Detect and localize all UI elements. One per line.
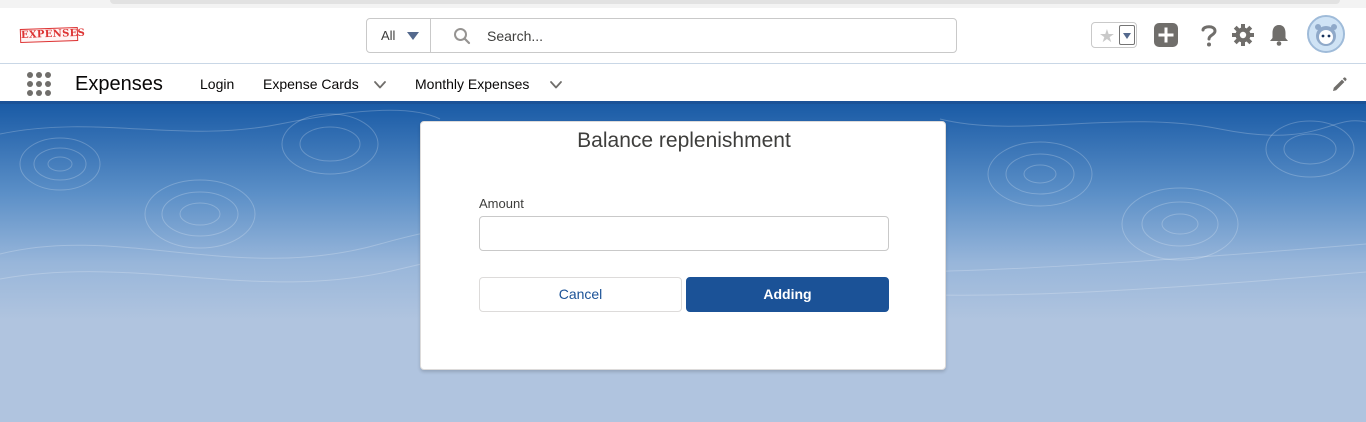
caret-down-icon: [1123, 33, 1131, 39]
search-scope-label: All: [381, 28, 396, 43]
browser-chrome-strip: [0, 0, 1366, 8]
browser-address-bar-edge: [110, 0, 1340, 4]
search-scope-dropdown[interactable]: All: [367, 19, 431, 52]
search-input[interactable]: [487, 25, 927, 47]
chevron-down-icon[interactable]: [373, 78, 387, 92]
edit-pencil-icon[interactable]: [1330, 76, 1348, 94]
caret-down-icon: [407, 32, 419, 40]
adding-button[interactable]: Adding: [686, 277, 889, 312]
gear-icon[interactable]: [1230, 22, 1256, 48]
amount-label: Amount: [479, 196, 524, 211]
app-launcher-icon[interactable]: [26, 71, 52, 97]
balance-replenishment-modal: Balance replenishment Amount Cancel Addi…: [420, 121, 946, 370]
help-icon[interactable]: [1196, 22, 1222, 48]
app-nav-bar: Expenses Login Expense Cards Monthly Exp…: [0, 64, 1366, 104]
cancel-button[interactable]: Cancel: [479, 277, 682, 312]
avatar[interactable]: [1307, 15, 1345, 53]
amount-input[interactable]: [479, 216, 889, 251]
nav-item-login[interactable]: Login: [200, 76, 234, 92]
bell-icon[interactable]: [1266, 22, 1292, 48]
favorites-button[interactable]: ★: [1091, 22, 1137, 48]
app-name: Expenses: [75, 73, 163, 95]
expenses-logo[interactable]: EXPENSES: [19, 26, 85, 44]
search-icon: [454, 28, 471, 45]
global-search: All: [366, 18, 957, 53]
nav-item-expense-cards[interactable]: Expense Cards: [263, 76, 359, 92]
chevron-down-icon[interactable]: [549, 78, 563, 92]
add-icon[interactable]: [1153, 22, 1179, 48]
astro-avatar-icon: [1309, 17, 1343, 51]
favorite-star-icon[interactable]: ★: [1096, 25, 1118, 47]
modal-title: Balance replenishment: [577, 129, 791, 152]
favorites-list-button[interactable]: [1119, 25, 1135, 45]
global-header: EXPENSES All ★: [0, 8, 1366, 64]
nav-item-monthly-expenses[interactable]: Monthly Expenses: [415, 76, 529, 92]
